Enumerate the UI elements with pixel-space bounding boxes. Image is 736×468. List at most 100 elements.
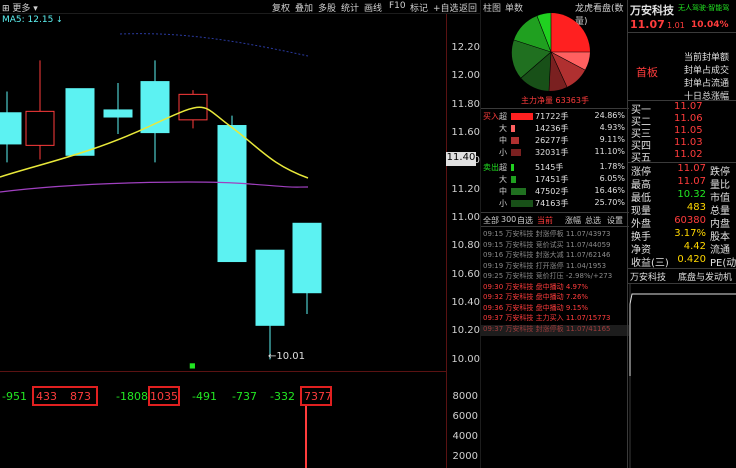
toolbar-button-fuquan[interactable]: 复权 (272, 1, 290, 14)
board-label: 首板 (636, 66, 658, 79)
right-panel: 柱图 单数 龙虎看盘(数量) 主力净量 63363手 超 71722手 24.86%… (480, 0, 736, 468)
order-book-row: 买三 11.05 (628, 125, 736, 140)
order-book-price: 11.02 (674, 149, 703, 160)
flow-bar (511, 125, 516, 132)
divider (481, 108, 629, 109)
candle-body (292, 222, 322, 294)
toolbar-button-mark[interactable]: 标记 (410, 1, 428, 14)
mini-intraday-chart (629, 284, 736, 468)
board-info-1: 当前封单额 (684, 53, 730, 63)
flow-percent: 16.46% (594, 186, 625, 195)
alert-item[interactable]: 09:37 万安科技 主力买入 11.07/15773 (483, 313, 611, 323)
price-change: 1.01 (667, 21, 685, 30)
stat-value: 4.42 (683, 241, 706, 252)
current-price-tag: 11.40 (446, 152, 476, 166)
volume-tick-label: 8000 (452, 391, 478, 402)
alert-item[interactable]: 09:15 万安科技 封涨停板 11.07/43973 (483, 229, 611, 239)
buy-flow-row: 超 71722手 24.86% (481, 111, 629, 122)
net-flow-value: -332 (270, 390, 295, 403)
capital-flow-panel: 柱图 单数 龙虎看盘(数量) 主力净量 63363手 超 71722手 24.86%… (480, 0, 629, 468)
flow-size-label: 中 (499, 136, 507, 145)
more-button[interactable]: ⊞ 更多 ▾ (2, 1, 38, 14)
stat-value: 60380 (674, 215, 706, 226)
flow-volume: 71722手 (535, 112, 569, 121)
alert-item[interactable]: 09:19 万安科技 打开涨停 11.04/1953 (483, 261, 606, 271)
toolbar-button-back[interactable]: 返回 (459, 1, 477, 14)
toolbar-button-overlay[interactable]: 叠加 (295, 1, 313, 14)
alert-tab[interactable]: 涨幅 (565, 215, 581, 226)
buy-flow-row: 中 26277手 9.11% (481, 135, 629, 146)
net-flow-value: -1808 (116, 390, 148, 403)
last-price: 11.07 (630, 18, 665, 31)
flow-volume: 17451手 (535, 175, 569, 184)
alert-tabs: 全部 300 自选 当前 涨幅 总选 设置 (481, 214, 629, 227)
net-flow-value: -951 (2, 390, 27, 403)
net-flow-row: -951 433 873 -1808 1035 -491 -737 -332 7377 (0, 384, 446, 408)
alert-tab[interactable]: 当前 (537, 215, 553, 226)
sell-flow-row: 大 17451手 6.05% (481, 174, 629, 185)
alert-tab[interactable]: 300 (501, 215, 516, 224)
candle-body (103, 109, 133, 118)
alert-tab[interactable]: 全部 (483, 215, 499, 226)
net-flow-value: -491 (192, 390, 217, 403)
panel-divider (0, 371, 446, 372)
capital-pie-chart (511, 13, 590, 92)
stat-row: 现量 483 总量 (628, 202, 736, 217)
flow-percent: 9.11% (599, 135, 625, 144)
price-tick-label: 10.60 (451, 268, 480, 280)
event-flag-icon[interactable]: ◼ (189, 361, 197, 371)
toolbar-button-multi-stock[interactable]: 多股 (318, 1, 336, 14)
price-tick-label: 12.00 (451, 70, 480, 82)
selected-row-highlight (481, 325, 629, 336)
buy-flow-row: 大 14236手 4.93% (481, 123, 629, 134)
price-tick-label: 11.80 (451, 98, 480, 110)
order-book-price: 11.03 (674, 137, 703, 148)
toolbar-button-draw-line[interactable]: 画线 (364, 1, 382, 14)
stat-value: 0.420 (677, 254, 706, 265)
alert-item[interactable]: 09:16 万安科技 封涨大减 11.07/62146 (483, 250, 611, 260)
price-tick-label: 10.80 (451, 240, 480, 252)
ma10-line (0, 181, 309, 193)
flow-bar (511, 188, 526, 195)
stat-value: 3.17% (674, 228, 706, 239)
tab-bar-chart[interactable]: 柱图 (483, 1, 501, 14)
concept-tag[interactable]: 无人驾驶·智能驾 (678, 3, 729, 13)
flow-volume: 32031手 (535, 148, 569, 157)
candle-body (65, 88, 95, 156)
price-tick-label: 10.00 (451, 353, 480, 365)
sell-flow-table: 超 5145手 1.78% 大 17451手 6.05% 中 47502手 16.46% 小 741… (481, 162, 629, 210)
alert-item[interactable]: 09:30 万安科技 盘中播动 4.97% (483, 282, 588, 292)
flow-percent: 4.93% (599, 123, 625, 132)
flow-size-label: 大 (499, 124, 507, 133)
price-tick-label: 11.60 (451, 127, 480, 139)
alert-tab[interactable]: 设置 (607, 215, 623, 226)
toolbar-button-f10[interactable]: F10 (389, 1, 406, 11)
stat-label: 收益(三) (631, 258, 669, 269)
stat-value: 11.07 (677, 176, 706, 187)
flow-size-label: 小 (499, 199, 507, 208)
alert-item[interactable]: 09:32 万安科技 盘中播动 7.26% (483, 292, 588, 302)
price-change-pct: 10.04% (691, 20, 729, 30)
stock-name: 万安科技 (630, 4, 674, 17)
alert-item[interactable]: 09:25 万安科技 竞价打压 -2.98%/+273 (483, 271, 612, 281)
kline-chart[interactable]: MA5: 12.15 ↓ 12.2012.0011.8011.6011.4011… (0, 14, 480, 468)
quote-panel: 万安科技 无人驾驶·智能驾 11.07 1.01 10.04% 首板 当前封单额… (628, 0, 736, 468)
alert-tab[interactable]: 自选 (517, 215, 533, 226)
toolbar-button-add-watchlist[interactable]: +自选 (433, 1, 459, 14)
tab-stock-name[interactable]: 万安科技 (630, 270, 666, 283)
pie-slice-buy-super (551, 13, 590, 52)
alert-item[interactable]: 09:15 万安科技 竞价试买 11.07/44059 (483, 240, 611, 250)
alert-item[interactable]: 09:36 万安科技 盘中播动 9.15% (483, 303, 588, 313)
ma60-line (119, 33, 309, 57)
candle-body (25, 110, 55, 146)
candle-body (140, 81, 170, 134)
chart-toolbar: ⊞ 更多 ▾ 复权 叠加 多股 统计 画线 F10 标记 +自选 返回 (0, 0, 480, 14)
alert-tab[interactable]: 总选 (585, 215, 601, 226)
tab-sector[interactable]: 底盘与发动机 (678, 270, 732, 283)
toolbar-button-stats[interactable]: 统计 (341, 1, 359, 14)
stat-value: 10.32 (677, 189, 706, 200)
volume-tick-label: 6000 (452, 411, 478, 422)
low-price-marker: ←10.01 (268, 351, 306, 362)
volume-tick-label: 2000 (452, 451, 478, 462)
stat-value: 11.07 (677, 163, 706, 174)
